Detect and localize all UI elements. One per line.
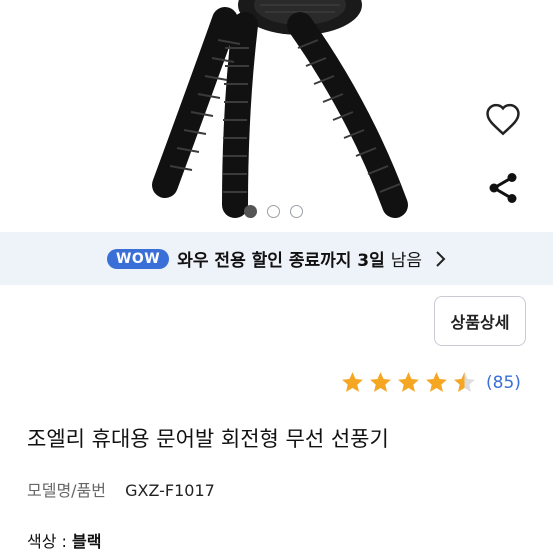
share-icon xyxy=(489,173,517,203)
chevron-right-icon xyxy=(436,250,446,267)
wishlist-button[interactable] xyxy=(482,98,524,140)
product-detail-button[interactable]: 상품상세 xyxy=(434,296,526,346)
wow-promo-banner[interactable]: WOW 와우 전용 할인 종료까지 3일 남음 xyxy=(0,232,553,285)
star-full-icon xyxy=(426,372,447,392)
color-option: 색상 : 블랙 xyxy=(27,528,101,552)
carousel-dot[interactable] xyxy=(267,205,280,218)
share-button[interactable] xyxy=(482,167,524,209)
product-title: 조엘리 휴대용 문어발 회전형 무선 선풍기 xyxy=(27,427,389,451)
product-image[interactable] xyxy=(0,0,553,232)
tripod-fan-image xyxy=(152,0,408,218)
review-count[interactable]: (85) xyxy=(486,373,521,393)
color-label: 색상 : xyxy=(27,532,73,551)
color-value: 블랙 xyxy=(72,532,102,551)
star-full-icon xyxy=(398,372,419,392)
model-value: GXZ-F1017 xyxy=(125,481,215,500)
star-half-icon xyxy=(454,372,475,392)
carousel-dot[interactable] xyxy=(244,205,257,218)
promo-text: 와우 전용 할인 종료까지 3일 xyxy=(177,251,385,271)
model-number: 모델명/품번 GXZ-F1017 xyxy=(27,477,215,501)
rating[interactable]: (85) xyxy=(340,370,521,395)
carousel-dot[interactable] xyxy=(290,205,303,218)
model-label: 모델명/품번 xyxy=(27,481,106,500)
promo-suffix: 남음 xyxy=(390,251,423,271)
star-full-icon xyxy=(370,372,391,392)
heart-icon xyxy=(486,103,520,136)
wow-badge: WOW xyxy=(106,248,170,269)
star-full-icon xyxy=(342,372,363,392)
carousel-indicator xyxy=(244,205,303,218)
